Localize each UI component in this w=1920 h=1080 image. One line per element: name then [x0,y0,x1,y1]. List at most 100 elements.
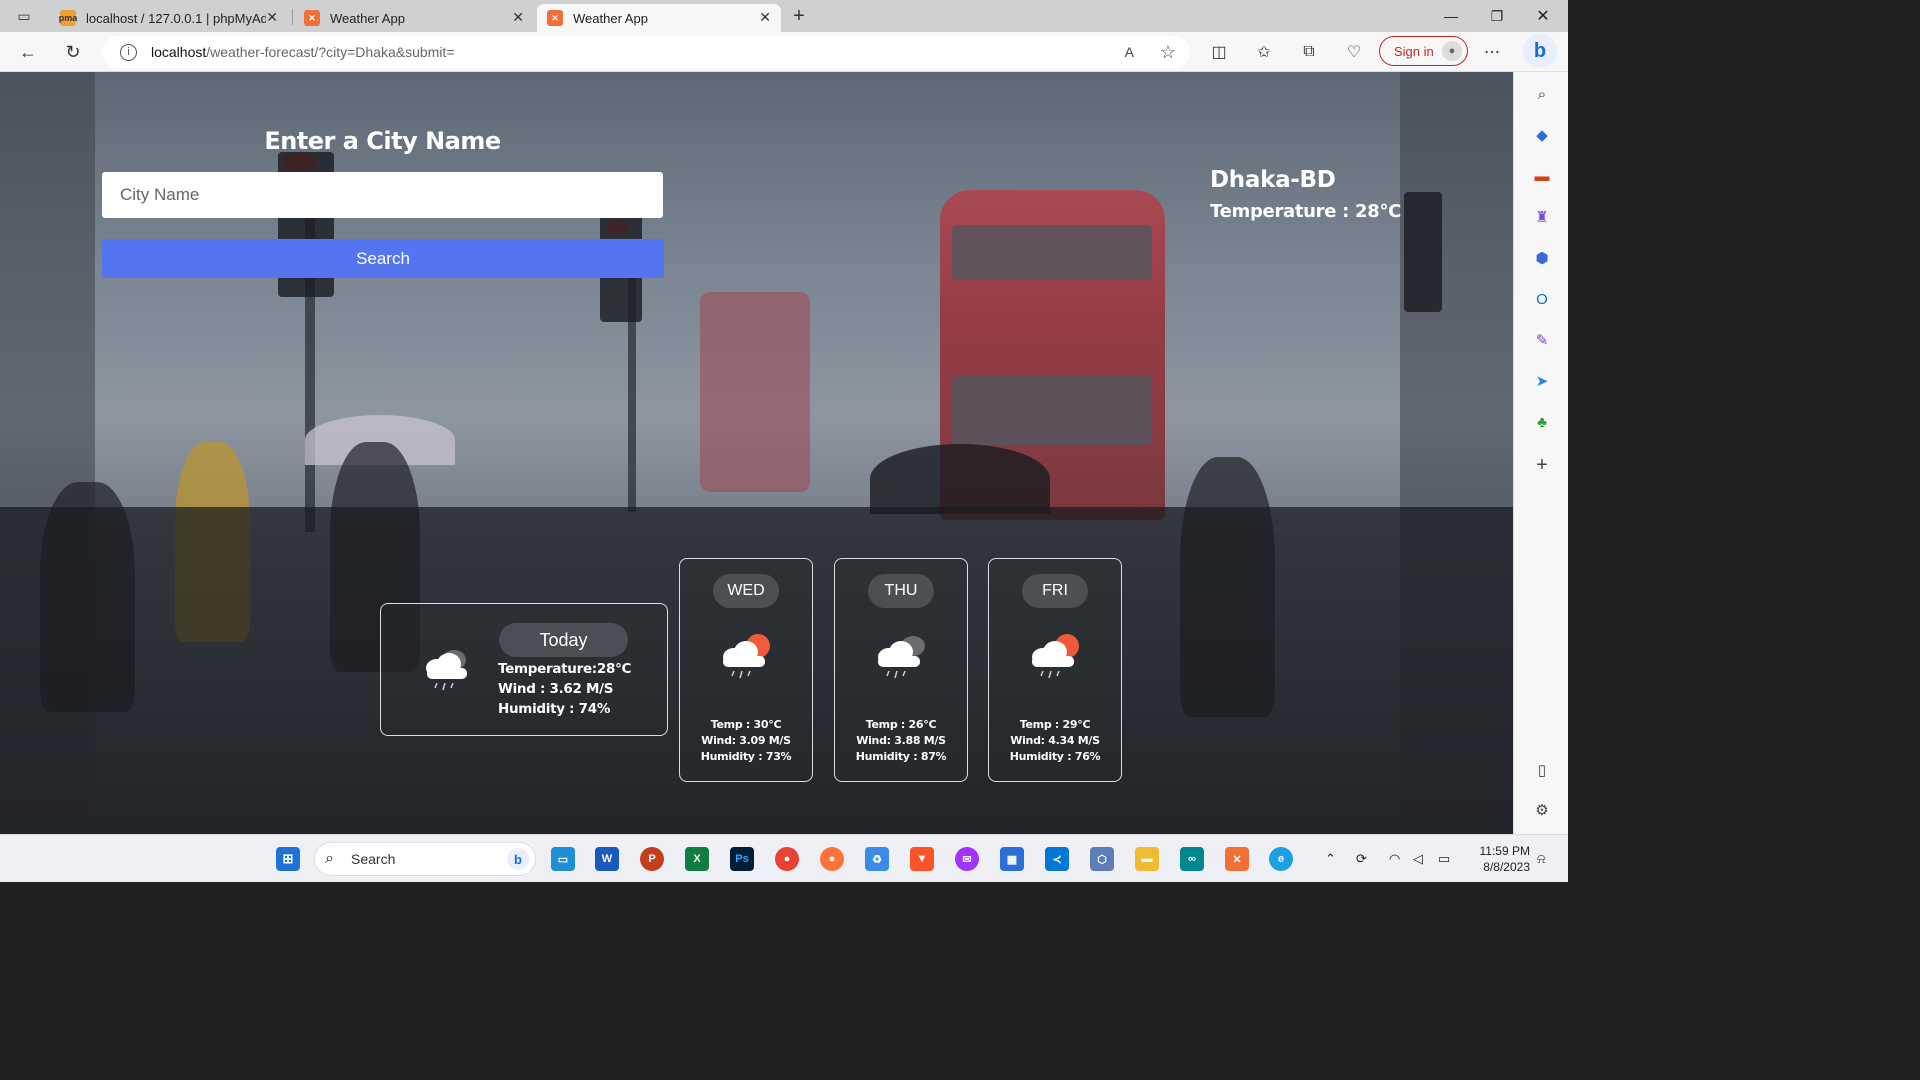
search-icon[interactable]: ⌕ [1532,84,1552,104]
read-aloud-icon[interactable]: A [1125,44,1134,60]
forecast-details: Temp : 30°C Wind: 3.09 M/S Humidity : 73… [680,717,812,765]
xampp-icon: ✕ [304,10,320,26]
background-bus [700,292,810,492]
tab-actions-icon[interactable]: ▭ [8,0,40,32]
close-icon[interactable]: ✕ [759,9,771,26]
shopping-tag-icon[interactable]: ◆ [1532,125,1552,145]
store-icon[interactable]: ▦ [1000,847,1024,871]
sun-rain-cloud-icon [1032,634,1079,679]
chrome-icon[interactable]: ● [775,847,799,871]
today-humidity: Humidity : 74% [498,701,611,717]
search-icon: ⌕ [325,850,334,867]
forecast-details: Temp : 26°C Wind: 3.88 M/S Humidity : 87… [835,717,967,765]
current-temperature: Temperature : 28°C [1210,201,1402,222]
today-wind: Wind : 3.62 M/S [498,681,614,697]
forecast-day: THU [868,574,934,608]
browser-essentials-icon[interactable]: ♡ [1338,36,1370,68]
back-arrow-icon[interactable]: ← [12,36,44,68]
forecast-humidity: Humidity : 73% [700,750,792,763]
forecast-card-thu: THU Temp : 26°C Wind: 3.88 M/S Humidity … [834,558,968,782]
search-button[interactable]: Search [102,239,664,278]
recycle-icon[interactable]: ♻ [865,847,889,871]
forecast-wind: Wind: 3.09 M/S [701,734,791,747]
collections-icon[interactable]: ⧉ [1293,36,1325,68]
games-icon[interactable]: ♜ [1532,207,1552,227]
xampp-icon: ✕ [547,10,563,26]
sign-in-button[interactable]: Sign in ● [1379,36,1468,66]
photoshop-icon[interactable]: Ps [730,847,754,871]
vscode-icon[interactable]: ≺ [1045,847,1069,871]
settings-gear-icon[interactable]: ⚙ [1532,800,1552,820]
favorites-icon[interactable]: ✩ [1248,36,1280,68]
sidebar-toggle-icon[interactable]: ▯ [1532,760,1552,780]
forecast-temp: Temp : 26°C [865,718,937,731]
volume-icon[interactable]: ◁ [1413,835,1423,883]
tab-weather-app[interactable]: ✕ Weather App ✕ [294,4,534,32]
tree-icon[interactable]: ♣ [1532,412,1552,432]
restore-button[interactable]: ❐ [1474,0,1520,32]
address-bar[interactable]: i localhost/weather-forecast/?city=Dhaka… [102,36,1190,68]
taskbar-search[interactable]: ⌕ Search b [314,842,536,876]
forecast-temp: Temp : 29°C [1019,718,1091,731]
word-icon[interactable]: W [595,847,619,871]
browser-toolbar: ← ↻ i localhost/weather-forecast/?city=D… [0,32,1568,72]
favorite-star-icon[interactable]: ☆ [1160,42,1176,63]
today-label: Today [499,623,628,657]
tools-icon[interactable]: ▬ [1532,166,1552,186]
brave-icon[interactable]: ▼ [910,847,934,871]
send-icon[interactable]: ➤ [1532,371,1552,391]
forecast-wind: Wind: 4.34 M/S [1010,734,1100,747]
close-icon[interactable]: ✕ [512,9,524,26]
outlook-icon[interactable]: O [1532,289,1552,309]
info-icon[interactable]: i [120,43,137,61]
background-traffic-light [1404,192,1442,312]
clock[interactable]: 11:59 PM 8/8/2023 [1470,843,1530,875]
bing-copilot-icon[interactable]: b [1523,34,1557,68]
bus-window [952,375,1152,445]
forecast-card-fri: FRI Temp : 29°C Wind: 4.34 M/S Humidity … [988,558,1122,782]
url-host: localhost [151,44,207,60]
sync-icon[interactable]: ⟳ [1356,835,1367,883]
tray-chevron-icon[interactable]: ⌃ [1325,835,1336,883]
url-path: /weather-forecast/?city=Dhaka&submit= [206,44,455,60]
microsoft-365-icon[interactable]: ⬢ [1532,248,1552,268]
desktop-icon[interactable]: ▭ [551,847,575,871]
close-icon[interactable]: ✕ [266,9,278,26]
today-temperature: Temperature:28°C [498,661,632,677]
edge-icon[interactable]: e [1269,847,1293,871]
current-weather: Dhaka-BD Temperature : 28°C [1210,167,1401,222]
split-screen-icon[interactable]: ◫ [1203,36,1235,68]
minimize-button[interactable]: — [1428,0,1474,32]
tab-weather-app-active[interactable]: ✕ Weather App ✕ [537,4,781,32]
notification-bell-icon[interactable]: ⍾ [1537,835,1546,883]
new-tab-button[interactable]: + [783,0,815,32]
bing-icon: b [507,848,529,870]
firefox-icon[interactable]: ● [820,847,844,871]
forecast-temp: Temp : 30°C [710,718,782,731]
more-menu-icon[interactable]: ⋯ [1476,36,1508,68]
phpmyadmin-icon: pma [59,10,77,26]
forecast-wind: Wind: 3.88 M/S [856,734,946,747]
arduino-icon[interactable]: ∞ [1180,847,1204,871]
file-explorer-icon[interactable]: ▬ [1135,847,1159,871]
forecast-card-wed: WED Temp : 30°C Wind: 3.09 M/S Humidity … [679,558,813,782]
add-icon[interactable]: + [1532,454,1552,476]
powerpoint-icon[interactable]: P [640,847,664,871]
xampp-icon[interactable]: ✕ [1225,847,1249,871]
designer-icon[interactable]: ✎ [1532,330,1552,350]
wifi-icon[interactable]: ◠ [1389,835,1400,883]
city-name-input[interactable] [102,172,663,218]
forecast-humidity: Humidity : 76% [1009,750,1101,763]
battery-icon[interactable]: ▭ [1438,835,1450,883]
virtualbox-icon[interactable]: ⬡ [1090,847,1114,871]
excel-icon[interactable]: X [685,847,709,871]
browser-tab-bar: ▭ pma localhost / 127.0.0.1 | phpMyAdn ✕… [0,0,1568,32]
refresh-icon[interactable]: ↻ [57,36,89,68]
rain-cloud-icon [878,636,925,679]
windows-start-icon[interactable]: ⊞ [276,847,300,871]
messenger-icon[interactable]: ✉ [955,847,979,871]
close-window-button[interactable]: ✕ [1520,0,1566,32]
tab-phpmyadmin[interactable]: pma localhost / 127.0.0.1 | phpMyAdn ✕ [50,4,288,32]
weather-page: Enter a City Name Search Dhaka-BD Temper… [0,72,1513,834]
tab-title: localhost / 127.0.0.1 | phpMyAdn [86,10,266,26]
